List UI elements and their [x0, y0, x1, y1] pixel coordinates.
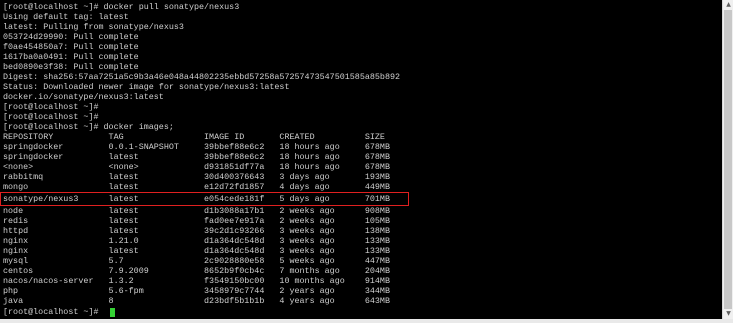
terminal-line: docker.io/sonatype/nexus3:latest: [3, 92, 164, 102]
terminal-line: f0ae454850a7: Pull complete: [3, 42, 139, 52]
table-row-highlighted: sonatype/nexus3 latest e054cede181f 5 da…: [3, 194, 390, 204]
terminal-line: [root@localhost ~]# docker pull sonatype…: [3, 2, 240, 12]
table-header-row: REPOSITORY TAG IMAGE ID CREATED SIZE: [3, 132, 385, 142]
table-row: centos 7.9.2009 8652b9f0cb4c 7 months ag…: [3, 266, 390, 276]
vertical-scrollbar[interactable]: ▲ ▼: [722, 0, 733, 319]
terminal-line: 053724d29990: Pull complete: [3, 32, 139, 42]
table-row: mongo latest e12d72fd1857 4 days ago 449…: [3, 182, 390, 192]
table-row: <none> <none> d931851df77a 18 hours ago …: [3, 162, 390, 172]
terminal-prompt: [root@localhost ~]#: [3, 307, 99, 317]
table-row: nginx 1.21.0 d1a364dc548d 3 weeks ago 13…: [3, 236, 390, 246]
terminal-line: Using default tag: latest: [3, 12, 129, 22]
table-row: nacos/nacos-server 1.3.2 f3549150bc00 10…: [3, 276, 390, 286]
terminal-line: [root@localhost ~]# docker images;: [3, 122, 174, 132]
table-row: mysql 5.7 2c9028880e58 5 weeks ago 447MB: [3, 256, 390, 266]
terminal-line: Digest: sha256:57aa7251a5c9b3a46e048a448…: [3, 72, 401, 82]
table-row: springdocker latest 39bbef88e6c2 18 hour…: [3, 152, 390, 162]
table-row: php 5.6-fpm 3458979c7744 2 years ago 344…: [3, 286, 390, 296]
table-row: httpd latest 39c2d1c93266 3 weeks ago 13…: [3, 226, 390, 236]
terminal-line: [root@localhost ~]#: [3, 112, 99, 122]
terminal-line: latest: Pulling from sonatype/nexus3: [3, 22, 184, 32]
terminal-window[interactable]: [root@localhost ~]# docker pull sonatype…: [0, 0, 722, 319]
scroll-up-arrow-icon[interactable]: ▲: [723, 0, 733, 10]
scrollbar-thumb[interactable]: [724, 10, 732, 309]
table-row: rabbitmq latest 30d400376643 3 days ago …: [3, 172, 390, 182]
terminal-line: 1617ba0a0491: Pull complete: [3, 52, 139, 62]
scroll-down-arrow-icon[interactable]: ▼: [723, 309, 733, 319]
table-row: redis latest fad0ee7e917a 2 weeks ago 10…: [3, 216, 390, 226]
terminal-cursor: [110, 308, 115, 317]
table-row: nginx latest d1a364dc548d 3 weeks ago 13…: [3, 246, 390, 256]
terminal-line: Status: Downloaded newer image for sonat…: [3, 82, 290, 92]
terminal-line: bed0890e3f38: Pull complete: [3, 62, 139, 72]
table-row: springdocker 0.0.1-SNAPSHOT 39bbef88e6c2…: [3, 142, 390, 152]
table-row: node latest d1b3088a17b1 2 weeks ago 908…: [3, 206, 390, 216]
terminal-line: [root@localhost ~]#: [3, 102, 99, 112]
table-row: java 8 d23bdf5b1b1b 4 years ago 643MB: [3, 296, 390, 306]
window-bottom-edge: [0, 319, 733, 323]
